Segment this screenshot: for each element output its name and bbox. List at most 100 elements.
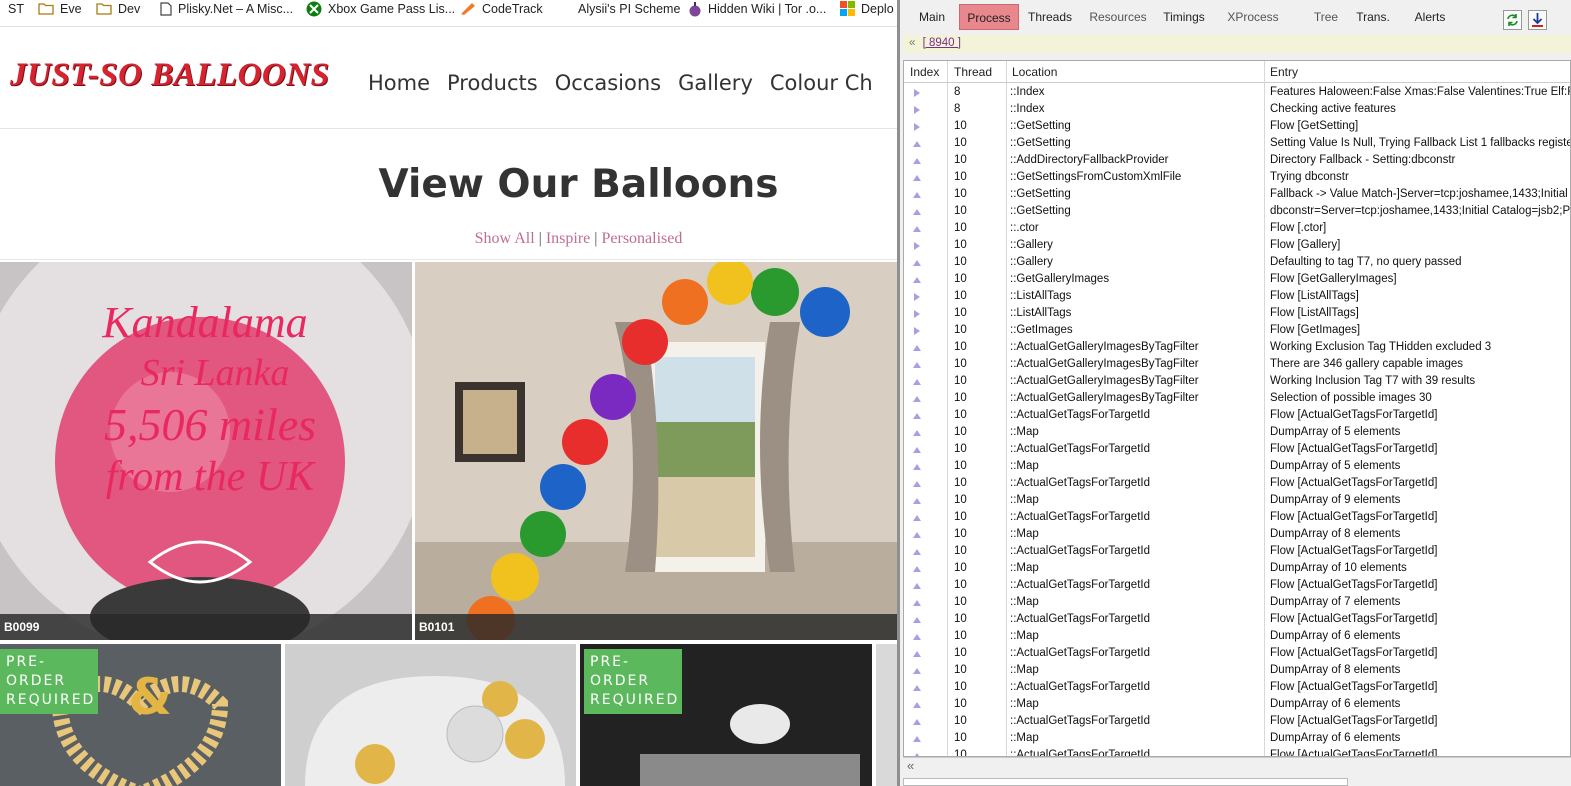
trace-row[interactable]: 10::Map DumpArray of 9 elements xyxy=(904,492,1570,509)
horizontal-scrollbar[interactable]: « xyxy=(903,757,1571,774)
bookmark-deploy[interactable]: Deplo xyxy=(840,0,894,17)
trace-row[interactable]: 10::Map DumpArray of 6 elements xyxy=(904,628,1570,645)
up-arrow-icon xyxy=(913,632,921,640)
trace-row[interactable]: 10::ActualGetTagsForTargetId Flow [Actual… xyxy=(904,407,1570,424)
bookmark-st[interactable]: ST xyxy=(8,0,24,17)
row-thread: 10 xyxy=(954,596,967,608)
bookmark-hidden-wiki[interactable]: Hidden Wiki | Tor .o... xyxy=(688,0,826,17)
up-arrow-icon xyxy=(913,700,921,708)
trace-row[interactable]: 10::Map DumpArray of 6 elements xyxy=(904,730,1570,747)
trace-row[interactable]: 10::Map DumpArray of 5 elements xyxy=(904,424,1570,441)
nav-home[interactable]: Home xyxy=(368,71,430,95)
trace-row[interactable]: 10::ActualGetTagsForTargetId Flow [Actual… xyxy=(904,747,1570,756)
row-location: ::ActualGetGalleryImagesByTagFilter xyxy=(1010,358,1199,370)
filter-personalised[interactable]: Personalised xyxy=(601,230,682,247)
download-button[interactable] xyxy=(1528,10,1547,30)
preorder-badge: PRE-ORDER REQUIRED xyxy=(0,649,98,714)
site-logo[interactable]: JUST-SO BALLOONS xyxy=(10,57,329,94)
trace-row[interactable]: 10::GetGalleryImages Flow [GetGalleryImag… xyxy=(904,271,1570,288)
trace-row[interactable]: 10::Map DumpArray of 6 elements xyxy=(904,696,1570,713)
trace-row[interactable]: 10::GetSetting dbconstr=Server=tcp:josham… xyxy=(904,203,1570,220)
scroll-left-icon[interactable]: « xyxy=(907,758,914,773)
tab-tree[interactable]: Tree xyxy=(1305,4,1347,30)
trace-row[interactable]: 10::Map DumpArray of 8 elements xyxy=(904,662,1570,679)
tab-resources[interactable]: Resources xyxy=(1087,4,1149,30)
nav-occasions[interactable]: Occasions xyxy=(555,71,661,95)
tab-alerts[interactable]: Alerts xyxy=(1405,4,1455,30)
trace-row[interactable]: 10::Map DumpArray of 8 elements xyxy=(904,526,1570,543)
column-header-thread[interactable]: Thread xyxy=(954,65,992,79)
bookmark-codetrack[interactable]: CodeTrack xyxy=(460,0,543,17)
trace-row[interactable]: 10::ActualGetTagsForTargetId Flow [Actual… xyxy=(904,713,1570,730)
trace-row[interactable]: 10::GetSetting Fallback -> Value Match-]S… xyxy=(904,186,1570,203)
trace-row[interactable]: 10::GetImages Flow [GetImages] xyxy=(904,322,1570,339)
trace-row[interactable]: 10::Map DumpArray of 7 elements xyxy=(904,594,1570,611)
trace-row[interactable]: 10::ActualGetTagsForTargetId Flow [Actual… xyxy=(904,577,1570,594)
row-thread: 10 xyxy=(954,732,967,744)
process-id-link[interactable]: [ 8940 ] xyxy=(923,37,961,49)
bookmark-plisky[interactable]: Plisky.Net – A Misc... xyxy=(160,0,293,17)
trace-row[interactable]: 10::Gallery Defaulting to tag T7, no quer… xyxy=(904,254,1570,271)
column-header-location[interactable]: Location xyxy=(1012,65,1057,79)
column-header-index[interactable]: Index xyxy=(910,65,939,79)
gallery-card-heart[interactable]: & PRE-ORDER REQUIRED xyxy=(0,644,281,786)
tab-process[interactable]: Process xyxy=(959,4,1019,30)
filter-show-all[interactable]: Show All xyxy=(475,230,535,247)
bookmark-eve[interactable]: Eve xyxy=(38,0,82,17)
bookmark-dev[interactable]: Dev xyxy=(96,0,140,17)
collapse-icon[interactable]: « xyxy=(909,37,915,49)
trace-row[interactable]: 10::Gallery Flow [Gallery] xyxy=(904,237,1570,254)
up-arrow-icon xyxy=(913,258,921,266)
trace-row[interactable]: 10::ActualGetTagsForTargetId Flow [Actual… xyxy=(904,611,1570,628)
trace-row[interactable]: 10::AddDirectoryFallbackProvider Director… xyxy=(904,152,1570,169)
download-arrow-icon xyxy=(1532,13,1543,27)
trace-row[interactable]: 10::Map DumpArray of 5 elements xyxy=(904,458,1570,475)
trace-row[interactable]: 10::ActualGetTagsForTargetId Flow [Actual… xyxy=(904,679,1570,696)
row-entry: Flow [ListAllTags] xyxy=(1270,307,1359,319)
trace-row[interactable]: 10::ActualGetGalleryImagesByTagFilter The… xyxy=(904,356,1570,373)
tab-xprocess[interactable]: XProcess xyxy=(1222,4,1284,30)
trace-grid: Index Thread Location Entry 8::Index Feat… xyxy=(903,60,1571,757)
trace-row[interactable]: 10::ListAllTags Flow [ListAllTags] xyxy=(904,288,1570,305)
row-thread: 10 xyxy=(954,715,967,727)
trace-row[interactable]: 10::ActualGetTagsForTargetId Flow [Actual… xyxy=(904,645,1570,662)
gallery-card-b0101[interactable]: B0101 xyxy=(415,262,897,640)
trace-row[interactable]: 10::Map DumpArray of 10 elements xyxy=(904,560,1570,577)
nav-gallery[interactable]: Gallery xyxy=(678,71,753,95)
trace-row[interactable]: 10::ListAllTags Flow [ListAllTags] xyxy=(904,305,1570,322)
card-caption: B0101 xyxy=(415,614,897,640)
tab-main[interactable]: Main xyxy=(912,4,952,30)
nav-products[interactable]: Products xyxy=(447,71,538,95)
row-location: ::GetSetting xyxy=(1010,188,1071,200)
trace-row[interactable]: 10::.ctor Flow [.ctor] xyxy=(904,220,1570,237)
bookmark-alysii[interactable]: Alysii's PI Scheme xyxy=(578,0,680,17)
nav-colour-chart[interactable]: Colour Ch xyxy=(770,71,873,95)
tab-threads[interactable]: Threads xyxy=(1024,4,1076,30)
trace-row[interactable]: 10::ActualGetGalleryImagesByTagFilter Sel… xyxy=(904,390,1570,407)
trace-row[interactable]: 10::ActualGetTagsForTargetId Flow [Actual… xyxy=(904,441,1570,458)
trace-row[interactable]: 10::GetSetting Flow [GetSetting] xyxy=(904,118,1570,135)
gallery-card-partial[interactable] xyxy=(876,644,897,786)
trace-row[interactable]: 10::ActualGetGalleryImagesByTagFilter Wor… xyxy=(904,339,1570,356)
row-location: ::Map xyxy=(1010,426,1039,438)
trace-row[interactable]: 10::ActualGetTagsForTargetId Flow [Actual… xyxy=(904,509,1570,526)
gallery-card-room[interactable] xyxy=(285,644,576,786)
trace-rows: 8::Index Features Haloween:False Xmas:Fal… xyxy=(904,84,1570,756)
trace-row[interactable]: 8::Index Checking active features xyxy=(904,101,1570,118)
trace-row[interactable]: 8::Index Features Haloween:False Xmas:Fal… xyxy=(904,84,1570,101)
row-location: ::ActualGetGalleryImagesByTagFilter xyxy=(1010,392,1199,404)
bookmark-xbox[interactable]: Xbox Game Pass Lis... xyxy=(306,0,455,17)
trace-row[interactable]: 10::GetSetting Setting Value Is Null, Try… xyxy=(904,135,1570,152)
tab-trans[interactable]: Trans. xyxy=(1348,4,1398,30)
trace-row[interactable]: 10::ActualGetTagsForTargetId Flow [Actual… xyxy=(904,543,1570,560)
row-thread: 10 xyxy=(954,290,967,302)
gallery-card-silver[interactable]: PRE-ORDER REQUIRED xyxy=(580,644,872,786)
trace-row[interactable]: 10::GetSettingsFromCustomXmlFile Trying d… xyxy=(904,169,1570,186)
trace-row[interactable]: 10::ActualGetTagsForTargetId Flow [Actual… xyxy=(904,475,1570,492)
filter-inspire[interactable]: Inspire xyxy=(546,230,590,247)
refresh-button[interactable] xyxy=(1503,10,1522,30)
tab-timings[interactable]: Timings xyxy=(1158,4,1210,30)
column-header-entry[interactable]: Entry xyxy=(1270,65,1298,79)
gallery-card-b0099[interactable]: Kandalama Sri Lanka 5,506 miles from the… xyxy=(0,262,412,640)
trace-row[interactable]: 10::ActualGetGalleryImagesByTagFilter Wor… xyxy=(904,373,1570,390)
